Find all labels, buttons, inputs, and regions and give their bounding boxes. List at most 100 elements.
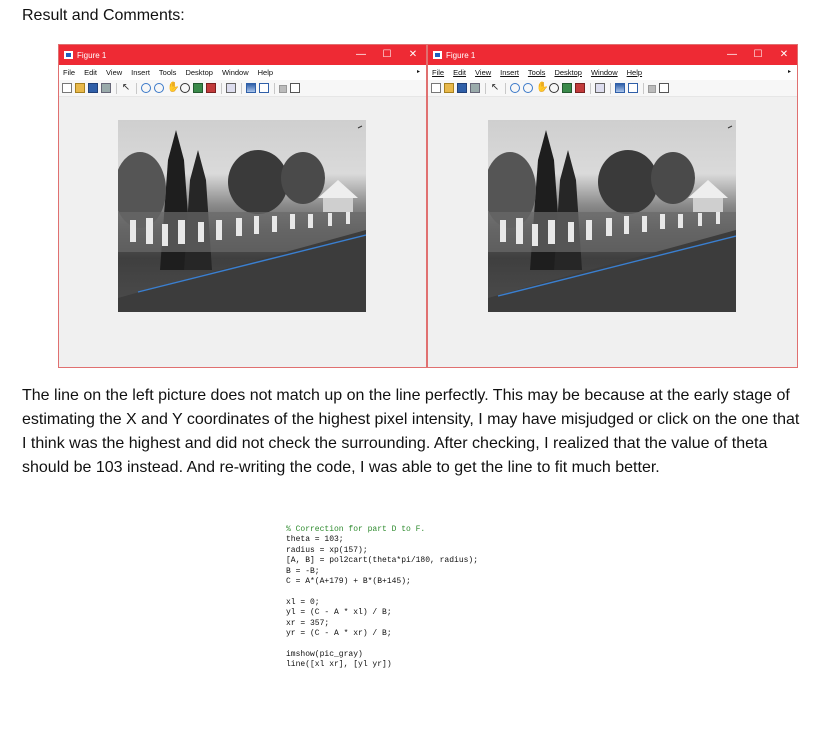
code-line: yr = (C - A * xr) / B;: [286, 629, 392, 639]
photo-scene: [488, 125, 736, 312]
menu-window[interactable]: Window: [591, 68, 618, 77]
save-icon[interactable]: [88, 83, 98, 93]
arrow-select-icon[interactable]: ↖: [490, 83, 500, 93]
show-plot-tools-icon[interactable]: [290, 83, 300, 93]
data-cursor-icon[interactable]: [193, 83, 203, 93]
menu-edit[interactable]: Edit: [453, 68, 466, 77]
insert-legend-icon[interactable]: [628, 83, 638, 93]
toolbar-separator: [590, 82, 591, 94]
figure-toolbar: ↖ ✋: [428, 80, 797, 97]
figure-window-right: Figure 1 — ☐ ✕ File Edit View Insert Too…: [427, 44, 798, 368]
rotate-3d-icon[interactable]: [549, 83, 559, 93]
code-line: C = A*(A+179) + B*(B+145);: [286, 577, 411, 587]
comment-paragraph: The line on the left picture does not ma…: [22, 387, 800, 476]
toolbar-separator: [505, 82, 506, 94]
toolbar-separator: [136, 82, 137, 94]
menu-bar: File Edit View Insert Tools Desktop Wind…: [59, 65, 426, 80]
insert-colorbar-icon[interactable]: [246, 83, 256, 93]
maximize-button[interactable]: ☐: [374, 45, 400, 65]
menu-more-icon[interactable]: ▸: [788, 65, 791, 80]
window-controls: — ☐ ✕: [719, 45, 797, 65]
menu-insert[interactable]: Insert: [500, 68, 519, 77]
code-line: B = -B;: [286, 566, 320, 576]
code-block: % Correction for part D to F. theta = 103…: [286, 525, 478, 671]
pan-icon[interactable]: ✋: [167, 83, 179, 93]
code-line: radius = xp(157);: [286, 545, 368, 555]
data-cursor-icon[interactable]: [562, 83, 572, 93]
hide-plot-tools-icon[interactable]: [648, 84, 656, 93]
maximize-button[interactable]: ☐: [745, 45, 771, 65]
hide-plot-tools-icon[interactable]: [279, 84, 287, 93]
menu-bar: File Edit View Insert Tools Desktop Wind…: [428, 65, 797, 80]
code-line: line([xl xr], [yl yr]): [286, 660, 392, 670]
title-bar[interactable]: Figure 1 — ☐ ✕: [59, 45, 426, 65]
zoom-out-icon[interactable]: [523, 83, 533, 93]
menu-insert[interactable]: Insert: [131, 68, 150, 77]
new-figure-icon[interactable]: [62, 83, 72, 93]
menu-file[interactable]: File: [63, 68, 75, 77]
title-bar[interactable]: Figure 1 — ☐ ✕: [428, 45, 797, 65]
menu-view[interactable]: View: [106, 68, 122, 77]
menu-tools[interactable]: Tools: [159, 68, 177, 77]
toolbar-separator: [610, 82, 611, 94]
link-plot-icon[interactable]: [595, 83, 605, 93]
minimize-button[interactable]: —: [348, 45, 374, 65]
zoom-in-icon[interactable]: [141, 83, 151, 93]
pan-icon[interactable]: ✋: [536, 83, 548, 93]
menu-edit[interactable]: Edit: [84, 68, 97, 77]
window-title: Figure 1: [77, 50, 107, 60]
menu-more-icon[interactable]: ▸: [417, 65, 420, 80]
code-comment: % Correction for part D to F.: [286, 525, 426, 534]
code-line: xr = 357;: [286, 618, 330, 628]
brush-icon[interactable]: [575, 83, 585, 93]
figure-window-left: Figure 1 — ☐ ✕ File Edit View Insert Too…: [58, 44, 427, 368]
menu-view[interactable]: View: [475, 68, 491, 77]
window-title: Figure 1: [446, 50, 476, 60]
toolbar-separator: [116, 82, 117, 94]
figure-comparison: Figure 1 — ☐ ✕ File Edit View Insert Too…: [58, 44, 798, 368]
menu-desktop[interactable]: Desktop: [185, 68, 213, 77]
figure-toolbar: ↖ ✋: [59, 80, 426, 97]
close-button[interactable]: ✕: [400, 45, 426, 65]
code-line: theta = 103;: [286, 535, 344, 545]
insert-legend-icon[interactable]: [259, 83, 269, 93]
window-controls: — ☐ ✕: [348, 45, 426, 65]
open-file-icon[interactable]: [444, 83, 454, 93]
minimize-button[interactable]: —: [719, 45, 745, 65]
menu-file[interactable]: File: [432, 68, 444, 77]
code-line: imshow(pic_gray): [286, 649, 363, 659]
close-button[interactable]: ✕: [771, 45, 797, 65]
code-line: yl = (C - A * xl) / B;: [286, 608, 392, 618]
code-line: [A, B] = pol2cart(theta*pi/180, radius);: [286, 556, 479, 566]
race-photo: [118, 120, 366, 312]
photo-scene: [118, 125, 366, 312]
save-icon[interactable]: [457, 83, 467, 93]
toolbar-separator: [221, 82, 222, 94]
section-heading: Result and Comments:: [22, 7, 185, 24]
insert-colorbar-icon[interactable]: [615, 83, 625, 93]
matlab-figure-icon: [433, 51, 442, 59]
print-icon[interactable]: [101, 83, 111, 93]
show-plot-tools-icon[interactable]: [659, 83, 669, 93]
brush-icon[interactable]: [206, 83, 216, 93]
open-file-icon[interactable]: [75, 83, 85, 93]
new-figure-icon[interactable]: [431, 83, 441, 93]
race-photo: [488, 120, 736, 312]
menu-tools[interactable]: Tools: [528, 68, 546, 77]
toolbar-separator: [485, 82, 486, 94]
code-line: xl = 0;: [286, 597, 320, 607]
arrow-select-icon[interactable]: ↖: [121, 83, 131, 93]
toolbar-separator: [274, 82, 275, 94]
menu-desktop[interactable]: Desktop: [554, 68, 582, 77]
link-plot-icon[interactable]: [226, 83, 236, 93]
menu-help[interactable]: Help: [627, 68, 642, 77]
print-icon[interactable]: [470, 83, 480, 93]
zoom-in-icon[interactable]: [510, 83, 520, 93]
zoom-out-icon[interactable]: [154, 83, 164, 93]
menu-window[interactable]: Window: [222, 68, 249, 77]
rotate-3d-icon[interactable]: [180, 83, 190, 93]
menu-help[interactable]: Help: [258, 68, 273, 77]
toolbar-separator: [241, 82, 242, 94]
